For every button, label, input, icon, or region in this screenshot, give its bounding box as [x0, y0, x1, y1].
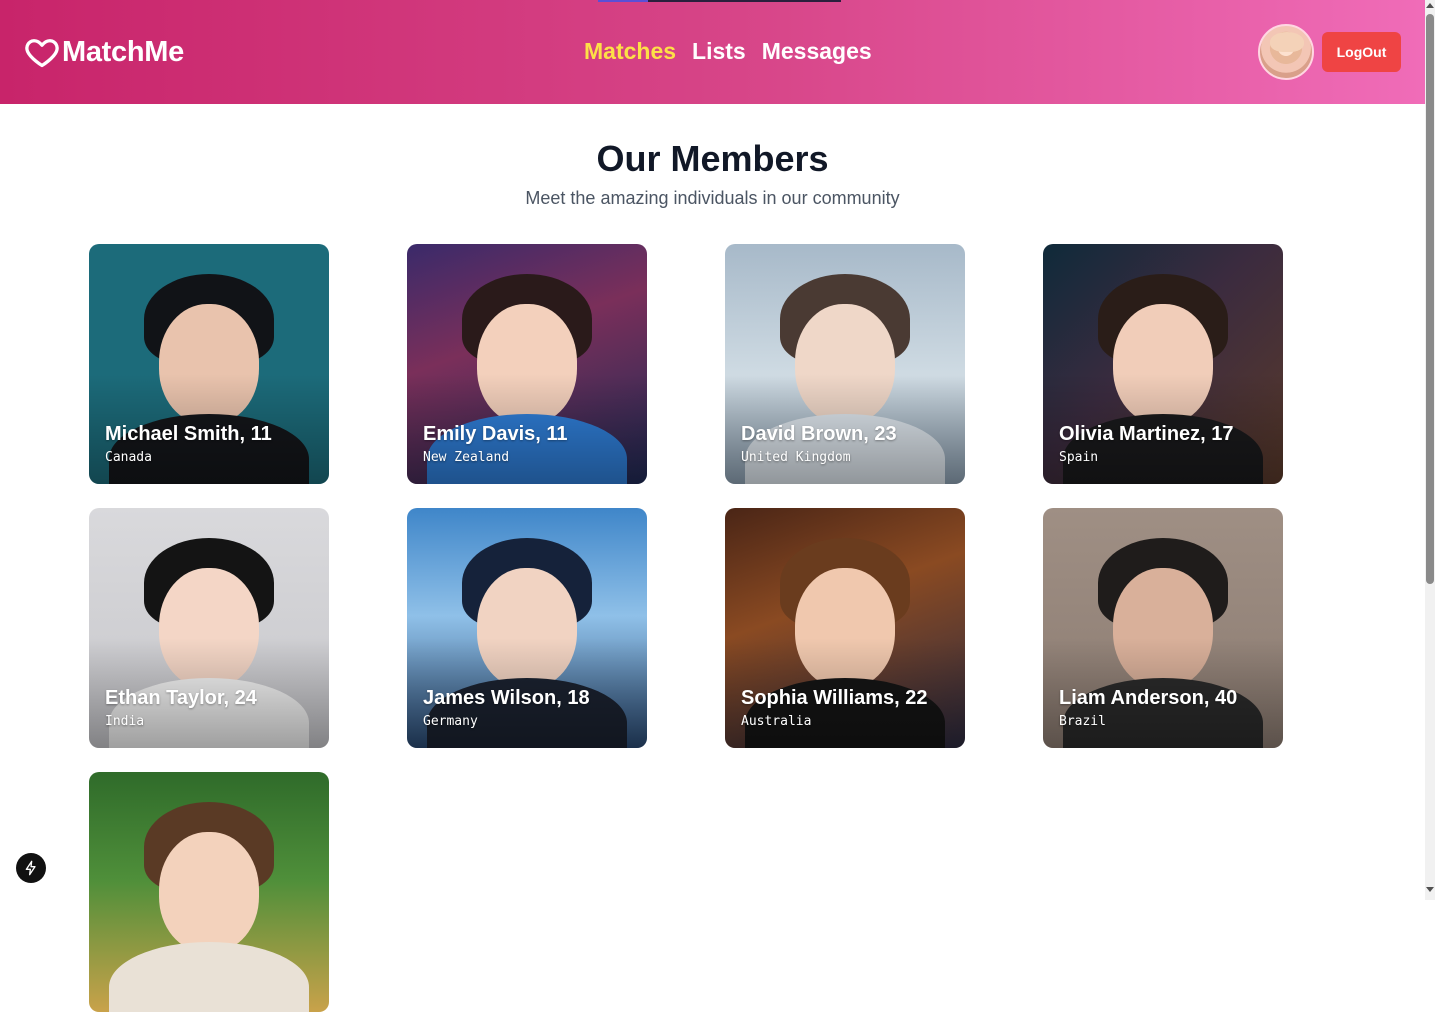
top-navbar: MatchMe Matches Lists Messages LogOut	[0, 0, 1425, 104]
main-nav: Matches Lists Messages	[584, 38, 872, 65]
member-card[interactable]: James Wilson, 18 Germany	[407, 508, 647, 748]
vertical-scrollbar[interactable]	[1425, 0, 1435, 900]
member-location: United Kingdom	[741, 450, 851, 465]
member-name: James Wilson, 18	[423, 687, 590, 709]
member-name: Olivia Martinez, 17	[1059, 423, 1234, 445]
heart-icon	[25, 39, 59, 68]
member-card[interactable]: Olivia Martinez, 17 Spain	[1043, 244, 1283, 484]
member-location: Spain	[1059, 450, 1099, 465]
page-loading-indicator	[598, 0, 841, 2]
member-location: India	[105, 714, 145, 729]
member-photo-body	[109, 942, 309, 1012]
nav-messages[interactable]: Messages	[762, 38, 872, 65]
member-location: Canada	[105, 450, 152, 465]
nav-lists[interactable]: Lists	[692, 38, 746, 65]
member-card[interactable]: Ethan Taylor, 24 India	[89, 508, 329, 748]
user-avatar[interactable]	[1258, 24, 1314, 80]
member-name: Emily Davis, 11	[423, 423, 568, 445]
member-card[interactable]: Sophia Williams, 22 Australia	[725, 508, 965, 748]
scroll-up-arrow-icon[interactable]	[1426, 3, 1434, 8]
member-name: Sophia Williams, 22	[741, 687, 928, 709]
nav-matches[interactable]: Matches	[584, 38, 676, 65]
member-name: Ethan Taylor, 24	[105, 687, 257, 709]
devtools-button[interactable]	[16, 853, 46, 883]
member-card[interactable]: Liam Anderson, 40 Brazil	[1043, 508, 1283, 748]
page-subtitle: Meet the amazing individuals in our comm…	[525, 188, 900, 208]
member-card[interactable]	[89, 772, 329, 1012]
member-card[interactable]: David Brown, 23 United Kingdom	[725, 244, 965, 484]
member-name: Michael Smith, 11	[105, 423, 272, 445]
member-location: Australia	[741, 714, 812, 729]
member-location: Germany	[423, 714, 478, 729]
member-location: New Zealand	[423, 450, 510, 465]
member-card[interactable]: Emily Davis, 11 New Zealand	[407, 244, 647, 484]
logout-button[interactable]: LogOut	[1322, 32, 1401, 72]
scroll-down-arrow-icon[interactable]	[1426, 887, 1434, 892]
member-name: Liam Anderson, 40	[1059, 687, 1238, 709]
member-card[interactable]: Michael Smith, 11 Canada	[89, 244, 329, 484]
member-name: David Brown, 23	[741, 423, 897, 445]
lightning-icon	[25, 860, 36, 876]
member-location: Brazil	[1059, 714, 1106, 729]
brand-logo[interactable]: MatchMe	[24, 34, 184, 70]
member-photo-face	[159, 832, 259, 952]
page-title: Our Members	[596, 138, 829, 179]
scrollbar-thumb[interactable]	[1426, 14, 1434, 584]
brand-name: MatchMe	[62, 35, 184, 68]
